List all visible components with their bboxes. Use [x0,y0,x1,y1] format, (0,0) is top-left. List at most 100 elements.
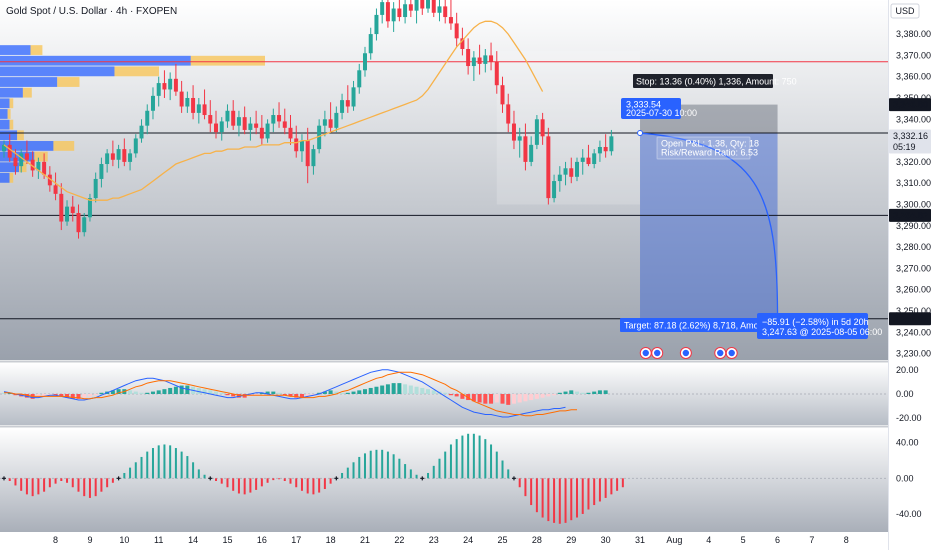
candle[interactable] [471,57,476,67]
target-label[interactable]: Target: 87.18 (2.62%) 8,718, Amount: [620,318,774,332]
candle[interactable] [500,85,505,105]
candle[interactable] [13,157,18,167]
candle[interactable] [311,149,316,167]
candle[interactable] [546,136,551,199]
candle[interactable] [99,164,104,179]
candle[interactable] [454,23,459,39]
candle[interactable] [448,17,453,24]
candle[interactable] [563,168,568,175]
candle[interactable] [580,157,585,162]
candle[interactable] [414,0,419,11]
candle[interactable] [150,95,155,111]
projection-label[interactable]: −85.91 (−2.58%) in 5d 20h 3,247.63 @ 202… [757,313,882,339]
candle[interactable] [494,61,499,86]
candle[interactable] [128,153,133,162]
candle[interactable] [357,70,362,88]
candle[interactable] [380,2,385,15]
candle[interactable] [597,146,602,154]
candle[interactable] [208,115,213,124]
candle[interactable] [162,83,167,90]
candle[interactable] [408,4,413,11]
candle[interactable] [385,2,390,22]
candle[interactable] [133,138,138,154]
candle[interactable] [420,0,425,9]
candle[interactable] [7,144,12,158]
candle[interactable] [426,0,431,9]
candle[interactable] [437,6,442,13]
candle[interactable] [403,4,408,18]
candle[interactable] [225,110,230,122]
candle[interactable] [368,34,373,54]
candle[interactable] [93,178,98,199]
candle[interactable] [483,55,488,64]
candle[interactable] [523,136,528,162]
event-markers[interactable] [639,347,738,359]
candle[interactable] [374,14,379,35]
candle[interactable] [231,110,236,126]
candle[interactable] [299,140,304,152]
candle[interactable] [540,119,545,137]
candle[interactable] [609,136,614,152]
candle[interactable] [351,87,356,107]
candle[interactable] [219,121,224,133]
time-axis[interactable]: 8 9 10 11 14 15 16 17 18 21 22 23 24 25 28 29 30 31 Aug 4 5 6… [53,535,849,545]
candle[interactable] [282,121,287,128]
candle[interactable] [586,157,591,165]
candle[interactable] [529,144,534,162]
candle[interactable] [196,104,201,113]
projection-start-dot[interactable] [637,130,644,137]
candle[interactable] [288,127,293,139]
candle[interactable] [19,153,24,167]
stop-label[interactable]: Stop: 13.36 (0.40%) 1,336, Amount: 750 [633,74,797,88]
candle[interactable] [511,123,516,141]
candle[interactable] [105,153,110,165]
candle[interactable] [185,97,190,107]
candle[interactable] [305,140,310,167]
candle[interactable] [168,78,173,90]
candle[interactable] [87,198,92,218]
target-zone[interactable] [640,133,778,319]
candle[interactable] [334,112,339,128]
candle[interactable] [552,181,557,199]
candle[interactable] [517,136,522,141]
candle[interactable] [397,8,402,18]
trading-chart[interactable]: 3,380.003,370.003,360.003,350.003,340.00… [0,0,932,550]
candle[interactable] [116,149,121,160]
candle[interactable] [82,217,87,233]
candle[interactable] [110,153,115,160]
candle[interactable] [265,123,270,139]
candle[interactable] [340,100,345,113]
candle[interactable] [122,149,127,162]
candle[interactable] [277,115,282,122]
candle[interactable] [506,104,511,124]
candle[interactable] [76,213,81,233]
candle[interactable] [254,123,259,128]
candle[interactable] [294,138,299,152]
candle[interactable] [53,185,58,194]
candle[interactable] [248,123,253,130]
candle[interactable] [42,161,47,175]
candle[interactable] [345,100,350,107]
candle[interactable] [145,110,150,126]
candle[interactable] [173,78,178,92]
symbol-title[interactable]: Gold Spot / U.S. Dollar · 4h · FXOPEN [6,6,177,17]
candle[interactable] [575,161,579,177]
candle[interactable] [603,146,608,152]
candle[interactable] [59,193,64,222]
candle[interactable] [242,117,247,130]
candle[interactable] [156,83,161,96]
candle[interactable] [214,123,219,133]
candle[interactable] [534,119,539,145]
candle[interactable] [362,53,367,71]
candle[interactable] [236,117,241,126]
candle[interactable] [569,168,574,177]
candle[interactable] [191,97,196,113]
candle[interactable] [202,104,207,116]
candle[interactable] [477,57,482,64]
candle[interactable] [391,8,396,22]
candle[interactable] [489,55,494,62]
candle[interactable] [466,48,471,67]
candle[interactable] [443,6,448,18]
candle[interactable] [24,153,29,160]
candle[interactable] [322,119,327,126]
